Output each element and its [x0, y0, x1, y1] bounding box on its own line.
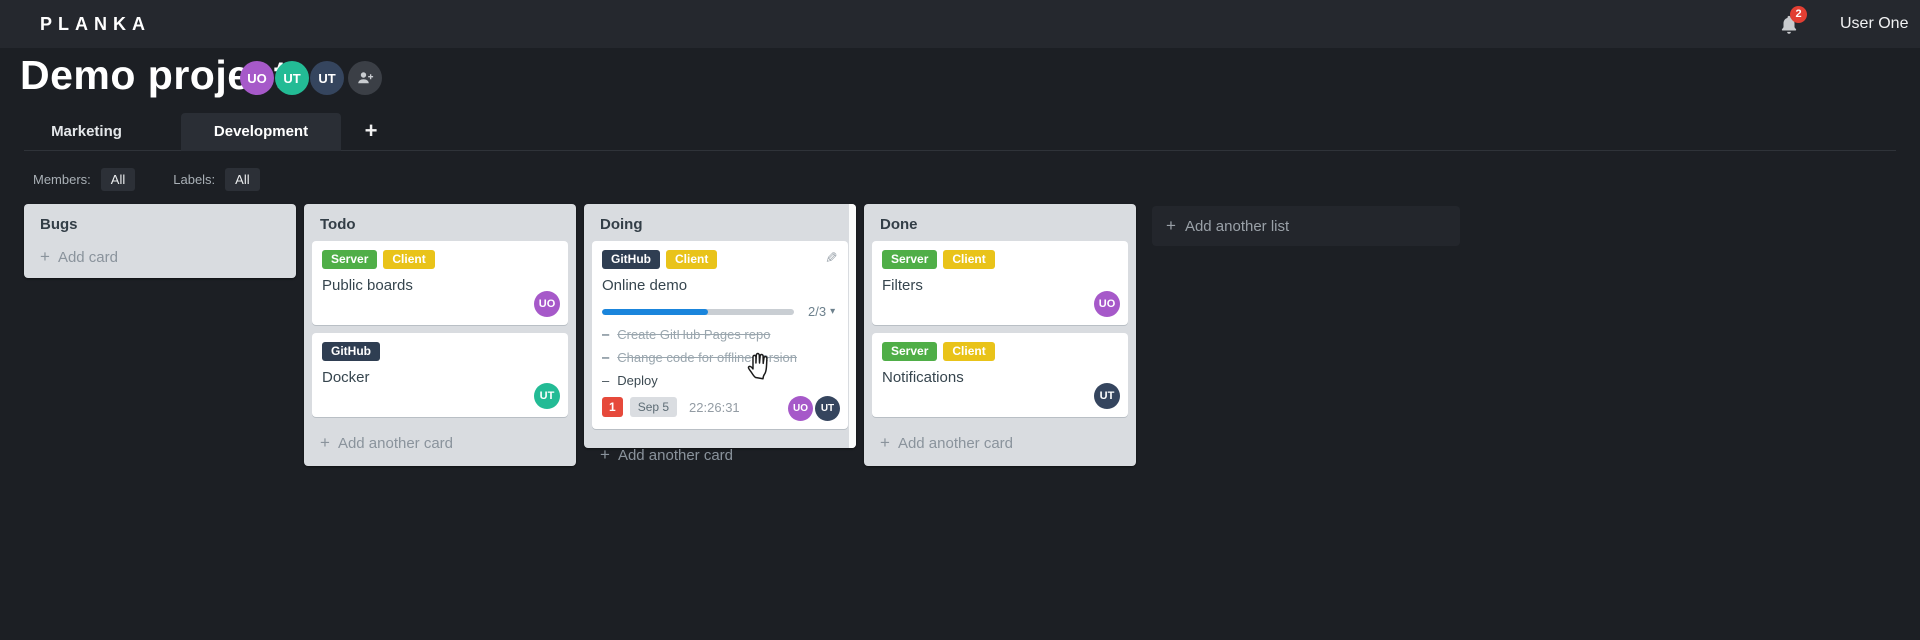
card-members: UO UT	[786, 396, 840, 421]
add-card-button[interactable]: + Add another card	[864, 425, 1136, 465]
card-notifications[interactable]: Server Client Notifications UT	[872, 333, 1128, 417]
plus-icon: +	[1166, 216, 1176, 235]
add-member-button[interactable]	[348, 61, 382, 95]
planka-logo[interactable]: PLANKA	[40, 0, 151, 48]
notification-count-badge: 2	[1790, 6, 1807, 23]
list-scrollbar[interactable]	[849, 204, 856, 448]
card-title: Docker	[322, 369, 370, 386]
notifications-button[interactable]: 2	[1778, 6, 1808, 40]
task-text: Change code for offline version	[617, 350, 797, 365]
timer-value[interactable]: 22:26:31	[689, 400, 740, 415]
avatar[interactable]: UO	[240, 61, 274, 95]
list-name[interactable]: Done	[864, 204, 1136, 239]
due-count-badge[interactable]: 1	[602, 397, 623, 417]
task-item[interactable]: – Change code for offline version	[602, 350, 838, 365]
add-card-label: Add another card	[337, 434, 454, 452]
avatar[interactable]: UT	[1094, 383, 1120, 409]
list-bugs: Bugs + Add card	[24, 204, 296, 278]
avatar[interactable]: UT	[310, 61, 344, 95]
card-title: Notifications	[882, 369, 964, 386]
edit-card-icon[interactable]: ✎	[825, 249, 838, 267]
task-text: Create GitHub Pages repo	[617, 327, 771, 342]
task-item[interactable]: – Create GitHub Pages repo	[602, 327, 838, 342]
add-card-label: Add card	[57, 248, 118, 266]
card-label: Server	[882, 250, 938, 269]
chevron-down-icon[interactable]: ▾	[830, 306, 835, 317]
filter-bar: Members: All Labels: All	[33, 166, 260, 192]
card-title: Filters	[882, 277, 923, 294]
avatar[interactable]: UO	[788, 396, 813, 421]
labels-filter-value[interactable]: All	[225, 167, 260, 191]
avatar[interactable]: UO	[1094, 291, 1120, 317]
top-bar: PLANKA 2 User One	[0, 0, 1920, 48]
card-label: GitHub	[602, 250, 660, 269]
plus-icon: +	[880, 433, 890, 452]
list-done: Done Server Client Filters UO Server Cli…	[864, 204, 1136, 466]
card-label: Client	[666, 250, 718, 269]
card-label: Client	[383, 250, 435, 269]
card-label: Server	[882, 342, 938, 361]
progress-count[interactable]: 2/3	[808, 304, 826, 319]
plus-icon: +	[40, 247, 50, 266]
progress-fill	[602, 308, 708, 315]
tasks-progress: 2/3 ▾	[602, 304, 838, 319]
dash-icon: –	[602, 327, 610, 342]
add-user-icon	[358, 72, 374, 84]
members-filter-value[interactable]: All	[100, 167, 136, 191]
card-label: Client	[943, 250, 995, 269]
list-name[interactable]: Bugs	[24, 204, 296, 239]
add-card-label: Add another card	[617, 446, 734, 464]
app-screen: PLANKA 2 User One Demo project UO UT UT …	[0, 0, 1920, 640]
card-label: Client	[943, 342, 995, 361]
list-name[interactable]: Doing	[584, 204, 856, 239]
card-filters[interactable]: Server Client Filters UO	[872, 241, 1128, 325]
task-item[interactable]: – Deploy	[602, 373, 838, 388]
current-user-menu[interactable]: User One	[1840, 0, 1908, 48]
card-docker[interactable]: GitHub Docker UT	[312, 333, 568, 417]
add-card-button[interactable]: + Add card	[24, 239, 296, 279]
add-card-label: Add another card	[897, 434, 1014, 452]
list-doing: Doing GitHub Client ✎ Online demo 2/3 ▾ …	[584, 204, 856, 464]
dash-icon: –	[602, 350, 610, 365]
board-tabs: Marketing Development +	[24, 113, 1896, 151]
members-filter-label: Members:	[33, 171, 91, 187]
card-public-boards[interactable]: Server Client Public boards UO	[312, 241, 568, 325]
card-title: Online demo	[602, 277, 688, 294]
dash-icon: –	[602, 373, 610, 388]
list-todo: Todo Server Client Public boards UO GitH…	[304, 204, 576, 466]
add-board-button[interactable]: +	[354, 113, 388, 151]
plus-icon: +	[600, 445, 610, 464]
task-text: Deploy	[617, 373, 658, 388]
add-list-label: Add another list	[1184, 217, 1290, 235]
card-label: Server	[322, 250, 378, 269]
list-name[interactable]: Todo	[304, 204, 576, 239]
project-members: UO UT UT	[240, 61, 382, 95]
progress-bar	[602, 308, 794, 315]
tab-development[interactable]: Development	[181, 113, 341, 151]
add-card-button[interactable]: + Add another card	[584, 437, 856, 477]
plus-icon: +	[320, 433, 330, 452]
avatar[interactable]: UT	[534, 383, 560, 409]
avatar[interactable]: UO	[534, 291, 560, 317]
card-title: Public boards	[322, 277, 413, 294]
avatar[interactable]: UT	[815, 396, 840, 421]
tab-marketing[interactable]: Marketing	[24, 113, 149, 151]
avatar[interactable]: UT	[275, 61, 309, 95]
card-online-demo[interactable]: GitHub Client ✎ Online demo 2/3 ▾ – Crea…	[592, 241, 848, 429]
due-date-badge[interactable]: Sep 5	[629, 397, 678, 417]
add-card-button[interactable]: + Add another card	[304, 425, 576, 465]
labels-filter-label: Labels:	[173, 171, 216, 187]
add-list-button[interactable]: + Add another list	[1152, 206, 1460, 246]
card-label: GitHub	[322, 342, 380, 361]
